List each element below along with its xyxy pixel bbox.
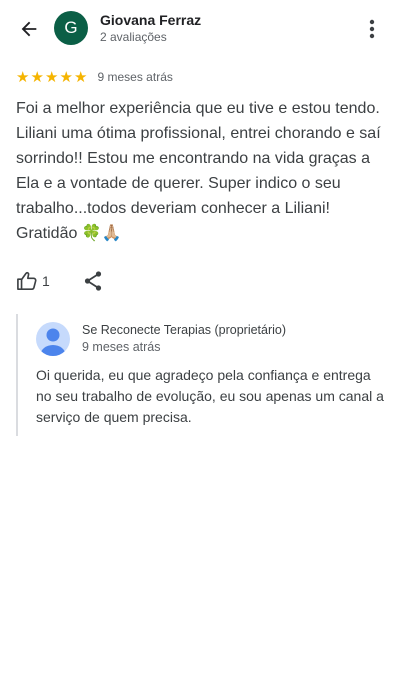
rating-row: ★ ★ ★ ★ ★ 9 meses atrás: [16, 68, 173, 86]
review-actions: 1: [16, 268, 103, 294]
owner-name: Se Reconecte Terapias (proprietário): [82, 323, 287, 337]
share-button[interactable]: [83, 270, 103, 292]
like-button[interactable]: 1: [16, 271, 50, 291]
review-time: 9 meses atrás: [97, 70, 173, 84]
owner-reply-text: Oi querida, eu que agradeço pela confian…: [36, 367, 384, 425]
reviewer-review-count: 2 avaliações: [100, 30, 167, 44]
reviewer-name[interactable]: Giovana Ferraz: [100, 12, 201, 28]
reviewer-avatar[interactable]: G: [54, 11, 88, 45]
star-rating: ★ ★ ★ ★ ★: [16, 70, 89, 85]
review-header: G Giovana Ferraz 2 avaliações: [0, 0, 400, 58]
review-text: Foi a melhor experiência que eu tive e e…: [16, 100, 381, 242]
like-count: 1: [42, 273, 50, 289]
star-icon: ★: [16, 68, 30, 86]
owner-reply-time: 9 meses atrás: [82, 340, 161, 354]
star-icon: ★: [30, 68, 44, 86]
person-avatar-icon: [36, 322, 70, 356]
arrow-left-icon: [21, 21, 37, 37]
avatar-letter: G: [64, 18, 78, 37]
more-vertical-icon: [369, 19, 375, 39]
more-options-button[interactable]: [360, 16, 384, 42]
share-icon: [84, 271, 101, 291]
star-icon: ★: [74, 68, 88, 86]
star-icon: ★: [59, 68, 73, 86]
thumbs-up-icon: [17, 271, 37, 290]
owner-reply: Se Reconecte Terapias (proprietário) 9 m…: [16, 314, 386, 436]
owner-avatar: [36, 322, 70, 356]
star-icon: ★: [45, 68, 59, 86]
back-button[interactable]: [14, 14, 44, 44]
